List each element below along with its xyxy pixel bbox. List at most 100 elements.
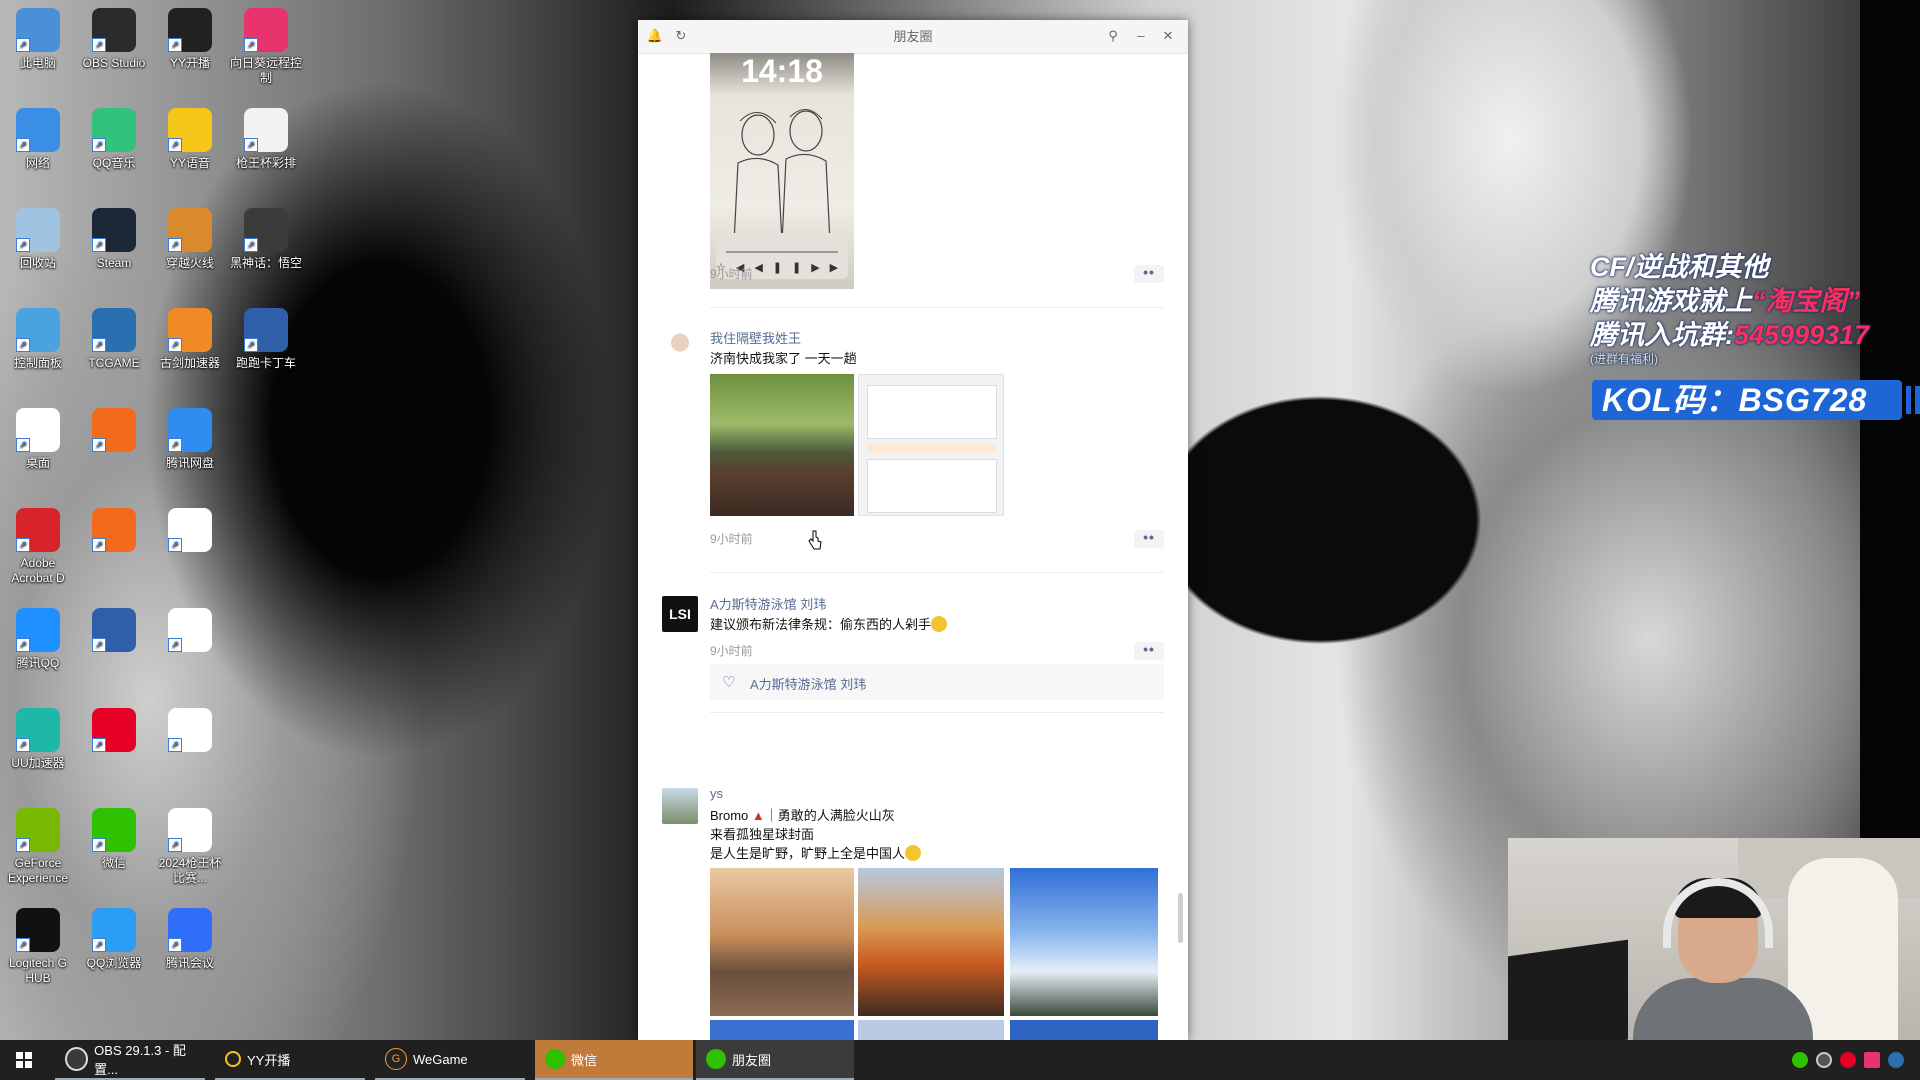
feed-scrollbar[interactable]	[1178, 893, 1183, 943]
yy-live-icon: ↗	[168, 8, 212, 52]
desktop-icon[interactable]: ↗	[154, 508, 226, 556]
desktop-icon[interactable]: ↗ 向日葵远程控制	[230, 8, 302, 86]
desktop-icon[interactable]: ↗ 古剑加速器	[154, 308, 226, 371]
post-photo[interactable]	[858, 868, 1004, 1016]
post-photo[interactable]	[710, 868, 854, 1016]
system-tray	[1792, 1052, 1904, 1068]
desktop-icon[interactable]: ↗ 2024枪王杯比赛...	[154, 808, 226, 886]
tcgame-icon: ↗	[92, 308, 136, 352]
desktop-icon[interactable]: ↗ QQ音乐	[78, 108, 150, 171]
taskbar-item-obs[interactable]: OBS 29.1.3 - 配置...	[55, 1040, 205, 1080]
desktop-icon[interactable]: ↗ 腾讯网盘	[154, 408, 226, 471]
desktop-icon[interactable]: ↗ 此电脑	[2, 8, 74, 71]
post-photo[interactable]	[858, 1020, 1004, 1040]
taskbar-item-moments[interactable]: 朋友圈	[696, 1040, 854, 1080]
post-author[interactable]: ys	[710, 786, 723, 801]
desktop-icon[interactable]: ↗	[154, 708, 226, 756]
desktop-icon[interactable]: ↗	[78, 608, 150, 656]
like-user[interactable]: A力斯特游泳馆 刘玮	[750, 674, 866, 693]
desktop-icon[interactable]: ↗ 黑神话：悟空	[230, 208, 302, 271]
desktop-icon[interactable]: ↗ QQ浏览器	[78, 908, 150, 971]
close-icon[interactable]: ✕	[1159, 27, 1177, 45]
post-more-button[interactable]: ••	[1134, 530, 1164, 548]
desktop-icon-label: 桌面	[25, 456, 50, 470]
control-panel-icon: ↗	[16, 308, 60, 352]
post-photo[interactable]	[710, 374, 854, 516]
desktop-icon-label: QQ音乐	[92, 156, 136, 170]
taskbar-item-wegame[interactable]: G WeGame	[375, 1040, 525, 1080]
moments-feed[interactable]: 14:18 ☆◀◀❚❚▶▶ 9小时前 •• 我住隔壁我姓王 济南快成我家了 一天…	[638, 53, 1188, 1040]
desktop-icon[interactable]: ↗ YY语音	[154, 108, 226, 171]
post-photo[interactable]	[858, 374, 1004, 516]
shortcut-arrow-icon: ↗	[92, 438, 106, 452]
taskbar-item-yy[interactable]: YY开播	[215, 1040, 365, 1080]
wechat-tray-icon[interactable]	[1792, 1052, 1808, 1068]
post-photo[interactable]: 14:18 ☆◀◀❚❚▶▶	[710, 53, 854, 289]
avatar[interactable]	[662, 788, 698, 824]
post-more-button[interactable]: ••	[1134, 642, 1164, 660]
post-author[interactable]: A力斯特游泳馆 刘玮	[710, 594, 826, 613]
kol-code-banner: KOL码：BSG728	[1592, 380, 1920, 420]
desktop-icon[interactable]: ↗ 腾讯QQ	[2, 608, 74, 671]
desktop-icon[interactable]: ↗ Logitech G HUB	[2, 908, 74, 986]
desktop-icon[interactable]: ↗ UU加速器	[2, 708, 74, 771]
sunlogin-tray-icon[interactable]	[1864, 1052, 1880, 1068]
pin-icon[interactable]: ⚲	[1104, 27, 1122, 45]
desktop-icon[interactable]: ↗ 桌面	[2, 408, 74, 471]
lockscreen-clock: 14:18	[741, 53, 823, 89]
crossfire-icon: ↗	[168, 208, 212, 252]
desktop-icon[interactable]: ↗ Steam	[78, 208, 150, 271]
desktop-icon[interactable]: ↗	[78, 508, 150, 556]
post-author[interactable]: 我住隔壁我姓王	[710, 328, 801, 347]
post-photo[interactable]	[1010, 868, 1158, 1016]
desktop-icon[interactable]: ↗ 枪王杯彩排	[230, 108, 302, 171]
desktop-icon-label: YY语音	[169, 156, 210, 170]
desktop-icon[interactable]: ↗	[154, 608, 226, 656]
obs-tray-icon[interactable]	[1816, 1052, 1832, 1068]
moments-titlebar[interactable]: 🔔 ↻ 朋友圈 ⚲ – ✕	[638, 20, 1188, 54]
shortcut-arrow-icon: ↗	[168, 838, 182, 852]
desktop-icon[interactable]: ↗ 腾讯会议	[154, 908, 226, 971]
post-photo[interactable]	[1010, 1020, 1158, 1040]
network-tray-icon[interactable]	[1888, 1052, 1904, 1068]
desktop-icon-label: 微信	[101, 856, 126, 870]
post-more-button[interactable]: ••	[1134, 265, 1164, 283]
windows-logo-icon	[16, 1052, 32, 1068]
document-icon: ↗	[244, 108, 288, 152]
shortcut-arrow-icon: ↗	[16, 638, 30, 652]
heart-icon: ♡	[722, 674, 736, 691]
desktop-icon[interactable]: ↗	[78, 408, 150, 456]
desktop-icon[interactable]: ↗ 微信	[78, 808, 150, 871]
start-button[interactable]	[0, 1040, 48, 1080]
desktop-icon[interactable]: ↗	[78, 708, 150, 756]
desktop-icon-label: 腾讯QQ	[16, 656, 60, 670]
desktop-icon[interactable]: ↗ 网络	[2, 108, 74, 171]
post-text: 济南快成我家了 一天一趟	[710, 351, 857, 366]
sunlogin-icon: ↗	[244, 8, 288, 52]
shortcut-arrow-icon: ↗	[16, 738, 30, 752]
shortcut-arrow-icon: ↗	[168, 38, 182, 52]
desktop-icon-label: OBS Studio	[82, 56, 146, 70]
minimize-icon[interactable]: –	[1132, 27, 1150, 45]
post-photo[interactable]	[710, 1020, 854, 1040]
taskbar-item-wechat[interactable]: 微信	[535, 1040, 693, 1080]
desktop-icon[interactable]: ↗ 控制面板	[2, 308, 74, 371]
avatar[interactable]: LSI	[662, 596, 698, 632]
netease-tray-icon[interactable]	[1840, 1052, 1856, 1068]
desktop-icon[interactable]: ↗ YY开播	[154, 8, 226, 71]
pdf-icon: ↗	[168, 708, 212, 752]
likes-box: ♡ A力斯特游泳馆 刘玮	[710, 664, 1164, 700]
steam-icon: ↗	[92, 208, 136, 252]
desktop-icon[interactable]: ↗ Adobe Acrobat D	[2, 508, 74, 586]
shortcut-arrow-icon: ↗	[92, 38, 106, 52]
desktop-icon[interactable]: ↗ 回收站	[2, 208, 74, 271]
avatar[interactable]	[662, 330, 698, 366]
webcam-person-body	[1633, 978, 1813, 1040]
desktop-icon-label: QQ浏览器	[86, 956, 142, 970]
desktop-icon[interactable]: ↗ OBS Studio	[78, 8, 150, 71]
desktop-icon-label: 回收站	[19, 256, 56, 270]
desktop-icon[interactable]: ↗ 跑跑卡丁车	[230, 308, 302, 371]
desktop-icon[interactable]: ↗ GeForce Experience	[2, 808, 74, 886]
desktop-icon[interactable]: ↗ TCGAME	[78, 308, 150, 371]
desktop-icon[interactable]: ↗ 穿越火线	[154, 208, 226, 271]
